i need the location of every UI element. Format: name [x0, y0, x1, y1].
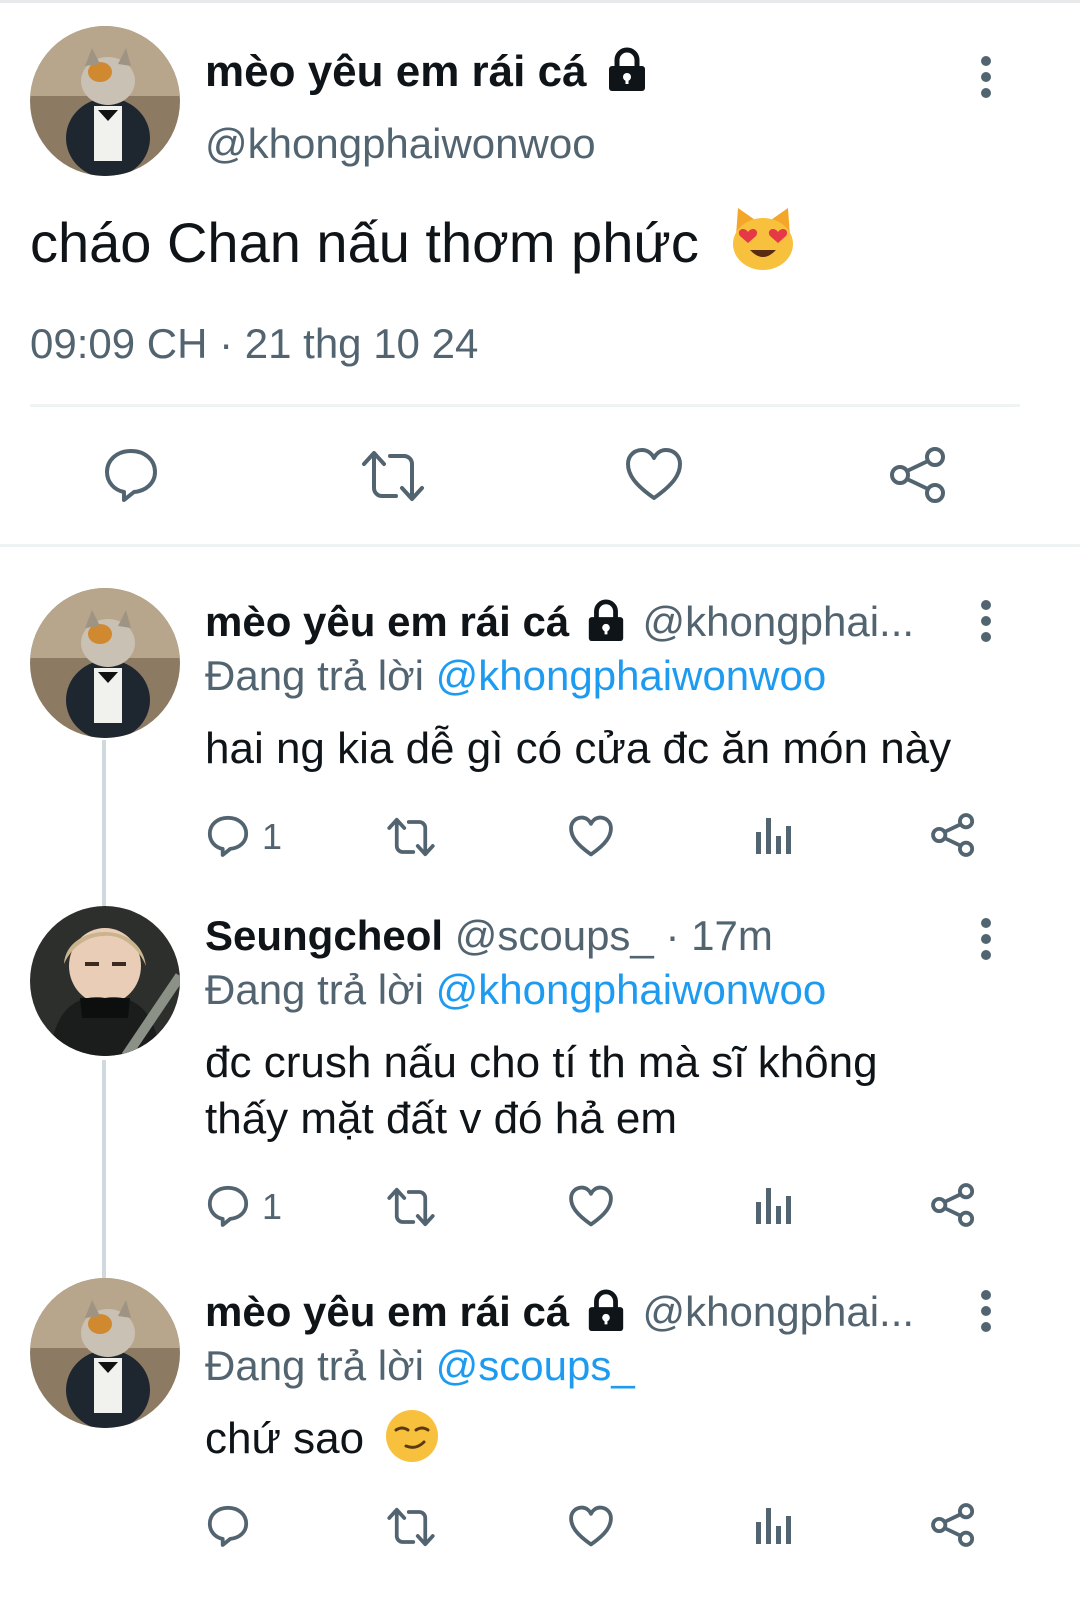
time-ago[interactable]: · 17m — [665, 912, 772, 959]
lock-icon — [588, 599, 624, 641]
reply-header: mèo yêu em rái cá @khongphai... — [205, 598, 914, 646]
reply-text-line: thấy mặt đất v đó hả em — [205, 1094, 678, 1143]
divider — [30, 404, 1020, 407]
retweet-icon[interactable] — [386, 1186, 436, 1228]
replying-to-link[interactable]: @khongphaiwonwoo — [436, 966, 827, 1013]
analytics-icon[interactable] — [754, 1506, 792, 1546]
share-icon[interactable] — [930, 1502, 976, 1548]
like-icon[interactable] — [568, 814, 614, 858]
display-name[interactable]: mèo yêu em rái cá — [205, 47, 649, 97]
more-options-button[interactable] — [980, 1290, 992, 1338]
like-icon[interactable] — [568, 1504, 614, 1548]
reply-header: mèo yêu em rái cá @khongphai... — [205, 1288, 914, 1336]
retweet-icon[interactable] — [360, 448, 426, 504]
share-icon[interactable] — [930, 1182, 976, 1228]
handle[interactable]: @khongphaiwonwoo — [205, 120, 596, 168]
handle[interactable]: @khongphai... — [643, 598, 914, 645]
reply-text-content: chứ sao — [205, 1414, 365, 1463]
reply-text-line: đc crush nấu cho tí th mà sĩ không — [205, 1038, 878, 1087]
replying-label: Đang trả lời — [205, 1342, 424, 1389]
replying-label: Đang trả lời — [205, 652, 424, 699]
replying-to-link[interactable]: @khongphaiwonwoo — [436, 652, 827, 699]
reply-icon[interactable] — [206, 1184, 250, 1228]
lock-icon — [608, 47, 645, 92]
display-name[interactable]: mèo yêu em rái cá — [205, 1288, 569, 1335]
avatar[interactable] — [30, 588, 180, 738]
reply-text: chứ sao — [205, 1410, 440, 1464]
avatar[interactable] — [30, 906, 180, 1056]
display-name[interactable]: mèo yêu em rái cá — [205, 598, 569, 645]
avatar[interactable] — [30, 26, 180, 176]
handle[interactable]: @scoups_ — [455, 912, 654, 959]
tweet-text-content: cháo Chan nấu thơm phức — [30, 211, 699, 274]
handle[interactable]: @khongphai... — [643, 1288, 914, 1335]
more-options-button[interactable] — [980, 56, 992, 104]
reply-icon[interactable] — [206, 1504, 250, 1548]
like-icon[interactable] — [624, 446, 684, 502]
tweet-text: cháo Chan nấu thơm phức — [30, 208, 798, 275]
timestamp[interactable]: 09:09 CH · 21 thg 10 24 — [30, 320, 478, 368]
thread-line — [102, 740, 106, 910]
analytics-icon[interactable] — [754, 816, 792, 856]
display-name-text: mèo yêu em rái cá — [205, 47, 587, 96]
reply-header: Seungcheol @scoups_ · 17m — [205, 912, 773, 960]
thread-line — [102, 1060, 106, 1278]
like-icon[interactable] — [568, 1184, 614, 1228]
lock-icon — [588, 1289, 624, 1331]
replying-to: Đang trả lời @khongphaiwonwoo — [205, 652, 826, 700]
section-divider — [0, 544, 1080, 547]
replying-label: Đang trả lời — [205, 966, 424, 1013]
share-icon[interactable] — [888, 446, 948, 504]
more-options-button[interactable] — [980, 918, 992, 966]
smiling-cat-heart-eyes-emoji — [733, 208, 794, 271]
display-name[interactable]: Seungcheol — [205, 912, 443, 959]
reply-count: 1 — [262, 1186, 283, 1227]
replying-to-link[interactable]: @scoups_ — [436, 1342, 635, 1389]
reply-icon[interactable] — [102, 446, 160, 504]
top-border — [0, 0, 1080, 3]
avatar[interactable] — [30, 1278, 180, 1428]
retweet-icon[interactable] — [386, 816, 436, 858]
smirking-face-emoji — [386, 1410, 439, 1463]
retweet-icon[interactable] — [386, 1506, 436, 1548]
analytics-icon[interactable] — [754, 1186, 792, 1226]
reply-text: hai ng kia dễ gì có cửa đc ăn món này — [205, 724, 952, 773]
share-icon[interactable] — [930, 812, 976, 858]
replying-to: Đang trả lời @scoups_ — [205, 1342, 635, 1390]
reply-count: 1 — [262, 816, 283, 857]
replying-to: Đang trả lời @khongphaiwonwoo — [205, 966, 826, 1014]
more-options-button[interactable] — [980, 600, 992, 648]
reply-icon[interactable] — [206, 814, 250, 858]
